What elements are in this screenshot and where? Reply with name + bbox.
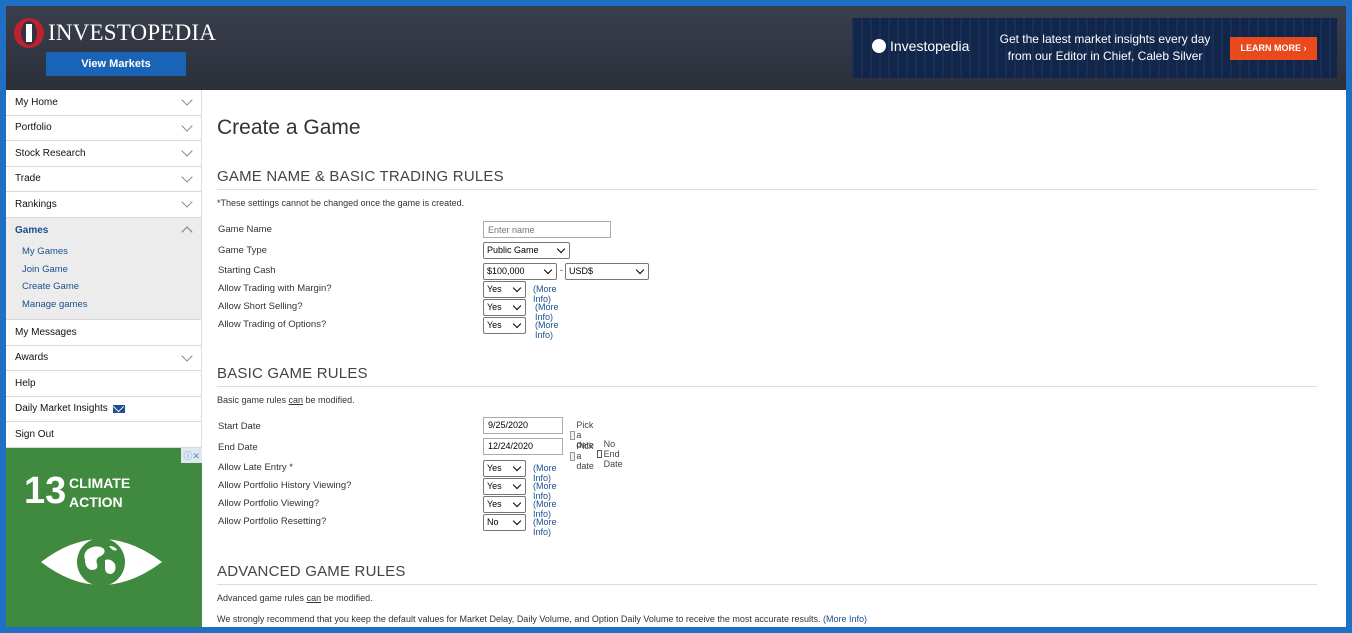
short-selling-select[interactable]: Yes [483, 299, 526, 316]
sidebar-item-trade[interactable]: Trade [6, 167, 201, 192]
recommendation-note: We strongly recommend that you keep the … [217, 614, 867, 624]
header-ad-banner[interactable]: Investopedia Get the latest market insig… [852, 18, 1337, 78]
sidebar-subitem-join-game[interactable]: Join Game [6, 261, 201, 279]
section-divider [217, 584, 1317, 585]
section-note: *These settings cannot be changed once t… [217, 198, 465, 208]
chevron-down-icon [181, 120, 193, 132]
sidebar-item-games[interactable]: Games [6, 218, 201, 244]
logo-text: INVESTOPEDIA [48, 20, 217, 45]
app-frame: INVESTOPEDIA View Markets Investopedia G… [6, 6, 1346, 627]
sidebar-item-daily-market-insights[interactable]: Daily Market Insights [6, 397, 201, 422]
ad-copy: Get the latest market insights every day… [999, 32, 1211, 63]
view-markets-button[interactable]: View Markets [46, 52, 186, 76]
sidebar-subitem-manage-games[interactable]: Manage games [6, 296, 201, 314]
site-header: INVESTOPEDIA View Markets Investopedia G… [6, 6, 1346, 90]
end-date-label: End Date [218, 442, 258, 453]
no-end-date-checkbox[interactable]: No End Date [597, 439, 626, 469]
ad-brand-icon [872, 39, 886, 53]
section-heading-advanced-game-rules: ADVANCED GAME RULES [217, 563, 406, 580]
sidebar-item-help[interactable]: Help [6, 371, 201, 397]
more-info-link[interactable]: (More Info) [533, 481, 557, 501]
starting-cash-select[interactable]: $100,000 [483, 263, 557, 280]
ad-goal-number: 13 [24, 470, 67, 512]
more-info-link[interactable]: (More Info) [535, 320, 559, 340]
game-type-label: Game Type [218, 245, 267, 256]
history-viewing-label: Allow Portfolio History Viewing? [218, 480, 352, 491]
game-name-input[interactable] [483, 221, 611, 238]
page-title: Create a Game [217, 116, 361, 139]
portfolio-viewing-label: Allow Portfolio Viewing? [218, 498, 320, 509]
late-entry-select[interactable]: Yes [483, 460, 526, 477]
history-viewing-select[interactable]: Yes [483, 478, 526, 495]
calendar-icon [570, 451, 576, 461]
more-info-link[interactable]: (More Info) [535, 302, 559, 322]
chevron-down-icon [181, 94, 193, 106]
logo-mark-icon [14, 18, 44, 48]
sidebar-nav: My Home Portfolio Stock Research Trade R… [6, 90, 202, 627]
more-info-link[interactable]: (More Info) [533, 284, 557, 304]
sidebar-ad[interactable]: ⓘ✕ 13 CLIMATE ACTION [6, 448, 202, 627]
currency-select[interactable]: USD$ [565, 263, 649, 280]
start-date-label: Start Date [218, 421, 261, 432]
chevron-down-icon [181, 145, 193, 157]
options-select[interactable]: Yes [483, 317, 526, 334]
end-date-input[interactable]: 12/24/2020 [483, 438, 563, 455]
ad-goal-title: CLIMATE ACTION [69, 475, 131, 510]
more-info-link[interactable]: (More Info) [533, 517, 557, 537]
portfolio-resetting-select[interactable]: No [483, 514, 526, 531]
section-heading-basic-trading: GAME NAME & BASIC TRADING RULES [217, 168, 504, 185]
ad-close-icon[interactable]: ⓘ✕ [181, 448, 202, 463]
ad-learn-more-button[interactable]: LEARN MORE › [1230, 37, 1317, 60]
game-type-select[interactable]: Public Game [483, 242, 570, 259]
eye-globe-icon [41, 538, 162, 586]
chevron-down-icon [181, 196, 193, 208]
portfolio-viewing-select[interactable]: Yes [483, 496, 526, 513]
checkbox-icon [597, 450, 602, 458]
sidebar-subitem-my-games[interactable]: My Games [6, 243, 201, 261]
sidebar-item-my-home[interactable]: My Home [6, 90, 201, 116]
section-note: Basic game rules can be modified. [217, 395, 355, 405]
section-divider [217, 189, 1317, 190]
sidebar-item-awards[interactable]: Awards [6, 346, 201, 371]
late-entry-label: Allow Late Entry * [218, 462, 293, 473]
sidebar-item-my-messages[interactable]: My Messages [6, 320, 201, 346]
sidebar-item-portfolio[interactable]: Portfolio [6, 116, 201, 141]
section-heading-basic-game-rules: BASIC GAME RULES [217, 365, 368, 382]
sidebar-item-rankings[interactable]: Rankings [6, 192, 201, 218]
chevron-up-icon [181, 226, 193, 238]
options-label: Allow Trading of Options? [218, 319, 327, 330]
margin-label: Allow Trading with Margin? [218, 283, 332, 294]
end-date-picker[interactable]: Pick a date [570, 441, 598, 471]
investopedia-logo[interactable]: INVESTOPEDIA [14, 18, 216, 48]
chevron-down-icon [181, 171, 193, 183]
chevron-down-icon [181, 350, 193, 362]
more-info-link[interactable]: (More Info) [533, 499, 557, 519]
sidebar-subitem-create-game[interactable]: Create Game [6, 278, 201, 296]
starting-cash-label: Starting Cash [218, 265, 276, 276]
sidebar-item-sign-out[interactable]: Sign Out [6, 422, 201, 448]
section-note: Advanced game rules can be modified. [217, 593, 373, 603]
short-selling-label: Allow Short Selling? [218, 301, 303, 312]
portfolio-resetting-label: Allow Portfolio Resetting? [218, 516, 327, 527]
margin-select[interactable]: Yes [483, 281, 526, 298]
ad-brand: Investopedia [872, 38, 969, 54]
sidebar-item-stock-research[interactable]: Stock Research [6, 141, 201, 167]
sidebar-group-games: Games My Games Join Game Create Game Man… [6, 217, 201, 320]
game-name-label: Game Name [218, 224, 272, 235]
more-info-link[interactable]: (More Info) [533, 463, 557, 483]
mail-icon [112, 404, 125, 413]
more-info-link[interactable]: (More Info) [823, 614, 867, 624]
start-date-input[interactable]: 9/25/2020 [483, 417, 563, 434]
calendar-icon [570, 430, 576, 440]
section-divider [217, 386, 1317, 387]
main-content: Create a Game GAME NAME & BASIC TRADING … [217, 90, 1327, 627]
